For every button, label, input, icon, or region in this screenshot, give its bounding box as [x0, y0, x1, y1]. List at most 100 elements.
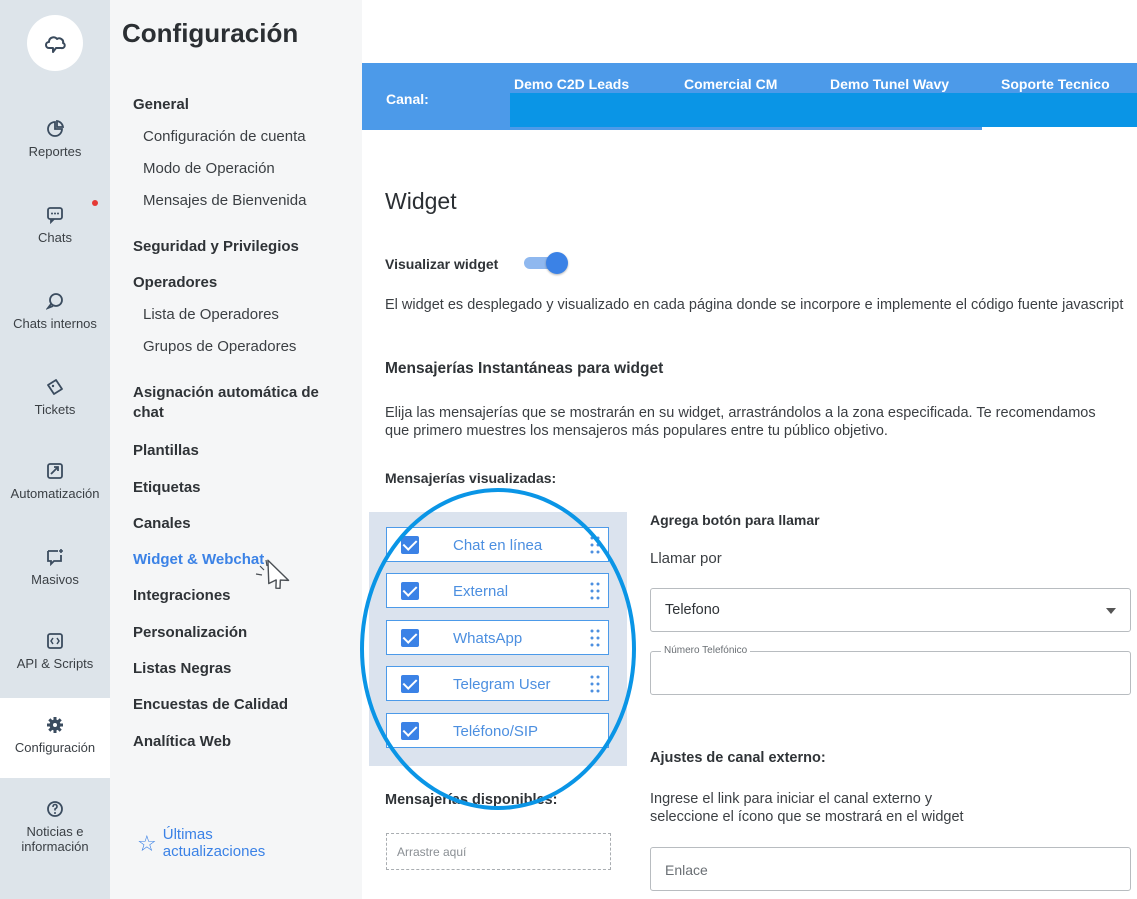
rail-item-noticias[interactable]: Noticias e información	[0, 800, 110, 854]
menu-item-security[interactable]: Seguridad y Privilegios	[133, 237, 343, 257]
call-method-select[interactable]: Telefono	[650, 588, 1131, 632]
messenger-checkbox[interactable]	[401, 675, 419, 693]
menu-item-surveys[interactable]: Encuestas de Calidad	[133, 695, 343, 715]
automation-icon	[47, 463, 63, 479]
channel-tab-soporte[interactable]: Soporte Tecnico	[1001, 76, 1110, 92]
rail-label: Tickets	[34, 402, 76, 417]
chat-icon	[47, 207, 63, 224]
channel-tab-demo-tunel[interactable]: Demo Tunel Wavy	[830, 76, 949, 92]
link-input[interactable]: Enlace	[650, 847, 1131, 891]
rail-label: Reportes	[28, 144, 82, 159]
show-widget-description: El widget es desplegado y visualizado en…	[385, 296, 1137, 336]
messenger-row-external[interactable]: External	[386, 573, 609, 608]
im-heading: Mensajerías Instantáneas para widget	[385, 360, 664, 377]
external-channel-heading: Ajustes de canal externo:	[650, 750, 826, 766]
available-messengers-dropzone[interactable]: Arrastre aquí	[386, 833, 611, 870]
drag-handle-icon[interactable]	[590, 628, 600, 648]
active-tab-indicator	[982, 127, 1137, 130]
menu-sub-mode[interactable]: Modo de Operación	[143, 159, 275, 179]
menu-sub-operators-list[interactable]: Lista de Operadores	[143, 305, 279, 325]
menu-item-channels[interactable]: Canales	[133, 514, 343, 534]
messenger-name: Teléfono/SIP	[453, 723, 539, 740]
menu-item-blacklists[interactable]: Listas Negras	[133, 659, 343, 679]
rail-label: Masivos	[31, 572, 79, 587]
app-logo-icon[interactable]	[27, 15, 83, 71]
menu-item-integrations[interactable]: Integraciones	[133, 586, 343, 606]
menu-item-auto-assign[interactable]: Asignación automática de chat	[133, 383, 333, 423]
rail-item-chats-internos[interactable]: Chats internos	[0, 292, 110, 331]
call-method-value: Telefono	[665, 602, 720, 618]
rail-label: API & Scripts	[16, 656, 94, 671]
rail-label: Noticias e información	[21, 824, 89, 854]
internal-chat-icon	[46, 293, 63, 310]
messenger-checkbox[interactable]	[401, 582, 419, 600]
menu-title: Configuración	[122, 18, 299, 48]
menu-item-templates[interactable]: Plantillas	[133, 441, 343, 461]
messenger-row-whatsapp[interactable]: WhatsApp	[386, 620, 609, 655]
chevron-down-icon	[1106, 608, 1116, 614]
settings-menu: Configuración General Configuración de c…	[110, 0, 362, 899]
toggle-knob	[546, 252, 568, 274]
star-icon: ☆	[137, 830, 157, 856]
rail-item-tickets[interactable]: Tickets	[0, 378, 110, 417]
rail-item-configuracion[interactable]: Configuración	[0, 698, 110, 778]
phone-number-field[interactable]: Número Telefónico	[650, 645, 1131, 695]
rail-item-automatizacion[interactable]: Automatización	[0, 462, 110, 501]
call-button-heading: Agrega botón para llamar	[650, 512, 820, 528]
drag-handle-icon[interactable]	[590, 674, 600, 694]
call-by-label: Llamar por	[650, 550, 722, 567]
menu-sub-welcome[interactable]: Mensajes de Bienvenida	[143, 191, 306, 211]
link-placeholder: Enlace	[665, 862, 708, 878]
show-widget-description-text: El widget es desplegado y visualizado en…	[385, 297, 1124, 313]
menu-item-analytics[interactable]: Analítica Web	[133, 732, 343, 752]
mouse-cursor-icon	[255, 559, 290, 590]
rail-label: Chats	[38, 230, 72, 245]
menu-item-widget[interactable]: Widget & Webchat	[133, 550, 343, 570]
channel-bar: Canal: Demo C2D Leads Comercial CM Demo …	[362, 63, 1137, 130]
menu-item-customization[interactable]: Personalización	[133, 623, 343, 643]
drag-handle-icon[interactable]	[590, 581, 600, 601]
menu-item-tags[interactable]: Etiquetas	[133, 478, 343, 498]
messenger-row-telegram[interactable]: Telegram User	[386, 666, 609, 701]
im-description: Elija las mensajerías que se mostrarán e…	[385, 405, 1096, 439]
channel-tab-comercial-cm[interactable]: Comercial CM	[684, 76, 777, 92]
phone-number-legend: Número Telefónico	[661, 645, 751, 656]
gear-icon	[47, 717, 63, 733]
menu-sub-operators-groups[interactable]: Grupos de Operadores	[143, 337, 296, 357]
messenger-checkbox[interactable]	[401, 629, 419, 647]
rail-item-masivos[interactable]: Masivos	[0, 548, 110, 587]
messenger-checkbox[interactable]	[401, 536, 419, 554]
ticket-icon	[47, 379, 63, 395]
channel-strip	[510, 93, 1137, 127]
messenger-name: Telegram User	[453, 676, 551, 693]
show-widget-toggle[interactable]	[524, 252, 568, 274]
bulk-message-icon	[47, 549, 63, 566]
latest-updates-label: Últimas actualizaciones	[162, 826, 266, 860]
available-messengers-label: Mensajerías disponibles:	[385, 792, 558, 808]
rail-item-reportes[interactable]: Reportes	[0, 120, 110, 159]
pie-chart-icon	[47, 120, 64, 137]
messenger-name: External	[453, 583, 509, 600]
menu-item-operators[interactable]: Operadores	[133, 273, 343, 293]
channel-tab-demo-c2d[interactable]: Demo C2D Leads	[514, 76, 629, 92]
messenger-name: Chat en línea	[453, 537, 543, 554]
show-widget-label: Visualizar widget	[385, 256, 499, 272]
channel-label: Canal:	[386, 91, 429, 107]
rail-label: Automatización	[10, 486, 100, 501]
messenger-name: WhatsApp	[453, 630, 523, 647]
page-title: Widget	[385, 188, 457, 214]
messenger-row-chat[interactable]: Chat en línea	[386, 527, 609, 562]
latest-updates-link[interactable]: ☆ Últimas actualizaciones	[137, 826, 273, 860]
rail-item-chats[interactable]: Chats	[0, 206, 110, 245]
rail-item-api-scripts[interactable]: API & Scripts	[0, 632, 110, 671]
menu-sub-account[interactable]: Configuración de cuenta	[143, 127, 306, 147]
drag-handle-icon[interactable]	[590, 535, 600, 555]
visible-messengers-label: Mensajerías visualizadas:	[385, 470, 557, 486]
rail-label: Configuración	[14, 740, 96, 755]
app-nav-rail: Reportes Chats Chats internos Tickets Au…	[0, 0, 110, 899]
messenger-row-phone-sip[interactable]: Teléfono/SIP	[386, 713, 609, 748]
messenger-checkbox[interactable]	[401, 722, 419, 740]
help-icon	[47, 801, 63, 817]
menu-item-general[interactable]: General	[133, 95, 343, 115]
rail-label: Chats internos	[13, 316, 97, 331]
